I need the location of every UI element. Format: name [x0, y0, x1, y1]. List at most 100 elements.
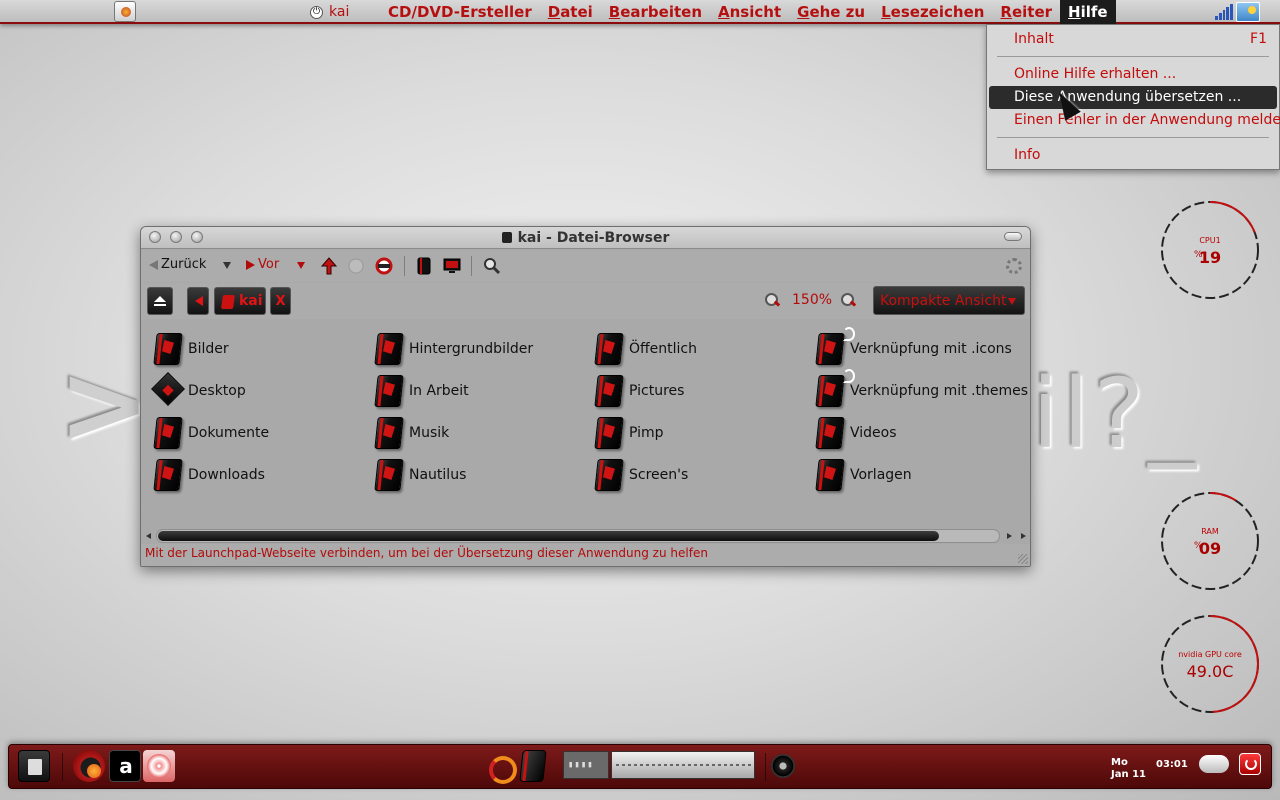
menu-cd-dvd-ersteller[interactable]: CD/DVD-Ersteller [380, 0, 540, 24]
file-item-label: Videos [850, 425, 897, 441]
scroll-left-icon[interactable] [146, 533, 151, 539]
cpu-label: CPU1 [1199, 236, 1221, 245]
file-item[interactable]: In Arbeit [372, 371, 582, 411]
path-back-button[interactable] [187, 287, 209, 315]
weather-icon[interactable] [1236, 2, 1260, 22]
workspace-switcher[interactable]: ▮▮▮▮ [563, 751, 609, 779]
zoom-in-icon[interactable] [841, 293, 855, 307]
file-item-label: Downloads [188, 467, 265, 483]
app-launcher-icon[interactable] [114, 1, 136, 22]
menu-ansicht[interactable]: Ansicht [710, 0, 789, 24]
menu-mnemonic: D [547, 3, 561, 21]
eject-icon [154, 296, 166, 306]
file-item-label: Nautilus [409, 467, 467, 483]
user-name: kai [329, 4, 350, 20]
dock-separator [765, 753, 766, 781]
file-item[interactable]: Dokumente [151, 413, 361, 453]
back-button[interactable]: Zurück [149, 257, 206, 272]
window-list[interactable] [611, 751, 755, 779]
amazon-icon[interactable] [109, 750, 141, 782]
up-arrow-icon[interactable] [320, 257, 338, 275]
help-menu-item[interactable]: Online Hilfe erhalten ... [989, 63, 1277, 86]
forward-history-dropdown[interactable] [297, 262, 305, 269]
path-segment-kai[interactable]: kai [214, 287, 266, 315]
help-menu-item[interactable]: Diese Anwendung übersetzen ... [989, 86, 1277, 109]
file-item[interactable]: Videos [813, 413, 1023, 453]
scroll-track[interactable] [156, 529, 1000, 543]
menu-hilfe[interactable]: Hilfe [1060, 0, 1116, 24]
back-history-dropdown[interactable] [223, 262, 231, 269]
file-item[interactable]: Nautilus [372, 455, 582, 495]
ubuntu-logo-icon[interactable] [483, 750, 517, 784]
clock-date[interactable]: Mo Jan 11 [1111, 757, 1146, 781]
toggle-location-button[interactable] [147, 287, 173, 315]
file-item-label: Pictures [629, 383, 685, 399]
zoom-out-icon[interactable] [765, 293, 779, 307]
file-item[interactable]: Öffentlich [592, 329, 802, 369]
forward-button[interactable]: Vor [246, 257, 279, 272]
file-item[interactable]: Verknüpfung mit .themes [813, 369, 1028, 411]
home-icon[interactable] [415, 257, 433, 275]
help-menu-item[interactable]: Einen Fehler in der Anwendung melden [989, 109, 1280, 132]
clock-time[interactable]: 03:01 [1156, 759, 1188, 770]
left-triangle-icon [195, 296, 203, 306]
scroll-thumb[interactable] [158, 531, 939, 541]
trash-icon[interactable] [18, 750, 50, 782]
shutdown-icon[interactable] [1239, 753, 1261, 775]
menu-label: atei [560, 3, 593, 21]
folder-link-icon [813, 327, 855, 367]
menu-mnemonic: L [881, 3, 891, 21]
menu-separator [997, 56, 1269, 57]
help-menu-item[interactable]: Info [989, 144, 1277, 167]
zoom-level[interactable]: 150% [792, 292, 832, 308]
search-icon[interactable] [483, 257, 501, 275]
horizontal-scrollbar[interactable] [141, 528, 1030, 544]
help-menu-item-label: Inhalt [1014, 31, 1054, 47]
menu-lesezeichen[interactable]: Lesezeichen [873, 0, 992, 24]
file-item[interactable]: Pictures [592, 371, 802, 411]
brasero-icon[interactable] [143, 750, 175, 782]
file-item[interactable]: Hintergrundbilder [372, 329, 582, 369]
folder-icon [372, 415, 406, 451]
network-signal-icon[interactable] [1215, 4, 1233, 20]
scroll-left-icon[interactable] [1007, 533, 1012, 539]
file-item-label: Vorlagen [850, 467, 912, 483]
file-item[interactable]: Downloads [151, 455, 361, 495]
folder-icon [592, 457, 626, 493]
firefox-icon[interactable] [73, 750, 105, 782]
scroll-right-icon[interactable] [1021, 533, 1026, 539]
gpu-value: 49.0C [1186, 662, 1234, 681]
help-menu-item[interactable]: Inhalt F1 [989, 28, 1277, 51]
reload-icon[interactable] [375, 257, 393, 275]
window-titlebar[interactable]: kai - Datei-Browser [141, 227, 1030, 249]
help-menu-shortcut: F1 [1250, 31, 1267, 47]
computer-icon[interactable] [443, 257, 461, 275]
weather-cloud-icon[interactable] [1199, 755, 1229, 773]
resize-grip[interactable] [1018, 554, 1028, 564]
file-item[interactable]: Vorlagen [813, 455, 1023, 495]
menu-datei[interactable]: Datei [540, 0, 601, 24]
file-item[interactable]: Screen's [592, 455, 802, 495]
file-item[interactable]: Verknüpfung mit .icons [813, 327, 1023, 369]
file-item[interactable]: Desktop [151, 371, 361, 411]
menu-gehe-zu[interactable]: Gehe zu [789, 0, 873, 24]
gpu-label: nvidia GPU core [1178, 650, 1242, 659]
file-manager-icon[interactable] [519, 750, 547, 782]
clock-day: Mo [1111, 757, 1128, 768]
bottom-dock: ▮▮▮▮ Mo Jan 11 03:01 [8, 744, 1272, 789]
user-menu[interactable]: ⏻ kai [310, 4, 349, 20]
menu-reiter[interactable]: Reiter [992, 0, 1060, 24]
volume-icon[interactable] [771, 754, 795, 778]
file-item[interactable]: Bilder [151, 329, 361, 369]
stop-icon[interactable] [347, 257, 365, 275]
file-item[interactable]: Pimp [592, 413, 802, 453]
file-item[interactable]: Musik [372, 413, 582, 453]
path-close-button[interactable]: X [270, 287, 291, 315]
file-item-label: Hintergrundbilder [409, 341, 534, 357]
shade-window-button[interactable] [1004, 232, 1022, 241]
menu-bearbeiten[interactable]: Bearbeiten [601, 0, 710, 24]
folder-icon [151, 331, 185, 367]
folder-icon [372, 331, 406, 367]
back-label: Zurück [161, 257, 207, 272]
view-mode-select[interactable]: Kompakte Ansicht [873, 286, 1025, 315]
